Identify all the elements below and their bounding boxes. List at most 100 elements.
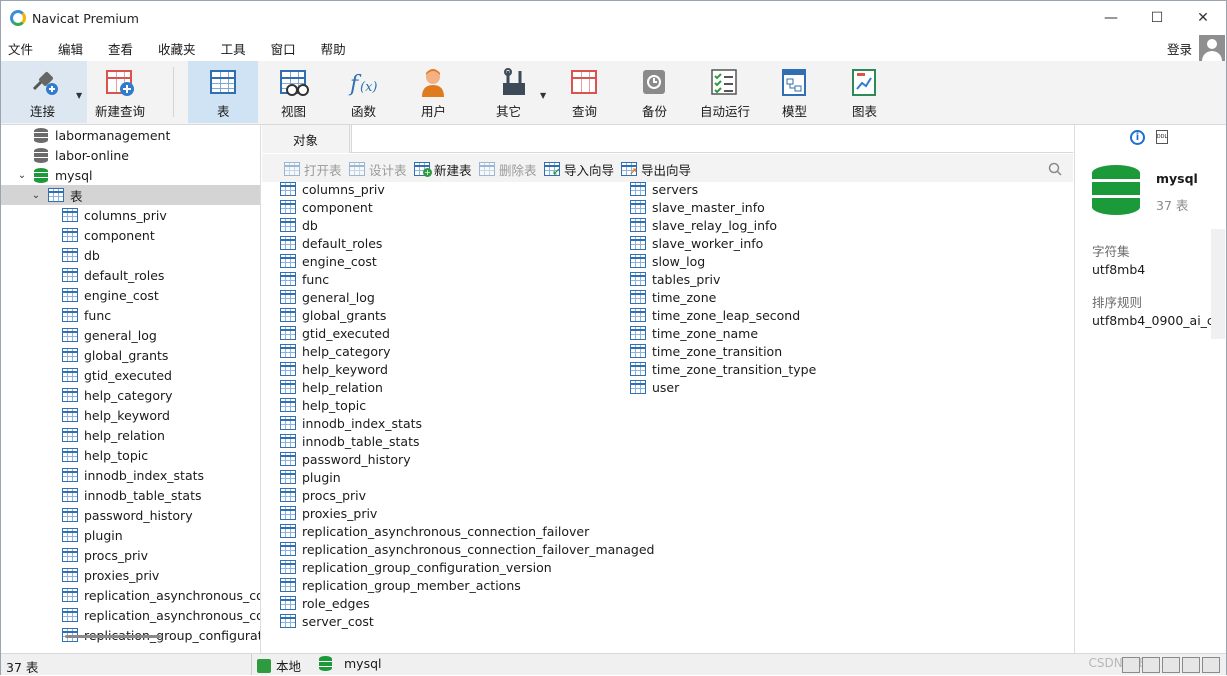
- tree-table-item[interactable]: help_topic: [1, 445, 260, 465]
- ddl-icon[interactable]: DDL: [1156, 130, 1168, 144]
- list-item[interactable]: slow_log: [630, 252, 705, 270]
- list-item[interactable]: servers: [630, 180, 698, 198]
- tree-connection-labormanagement[interactable]: labormanagement: [1, 125, 260, 145]
- list-item[interactable]: db: [280, 216, 318, 234]
- list-item[interactable]: help_category: [280, 342, 391, 360]
- tree-table-item[interactable]: db: [1, 245, 260, 265]
- table-button[interactable]: 表: [188, 61, 258, 123]
- list-item[interactable]: columns_priv: [280, 180, 385, 198]
- list-item[interactable]: replication_group_configuration_version: [280, 558, 552, 576]
- user-avatar-icon[interactable]: [1199, 35, 1225, 61]
- chevron-down-icon[interactable]: ⌄: [16, 170, 28, 181]
- list-item[interactable]: role_edges: [280, 594, 370, 612]
- tree-table-item[interactable]: innodb_table_stats: [1, 485, 260, 505]
- list-item[interactable]: innodb_table_stats: [280, 432, 419, 450]
- tree-table-item[interactable]: replication_asynchronous_connection_fail…: [1, 585, 260, 605]
- list-item[interactable]: slave_relay_log_info: [630, 216, 777, 234]
- menu-favorites[interactable]: 收藏夹: [151, 39, 196, 58]
- tree-horizontal-scrollbar[interactable]: [65, 635, 161, 638]
- other-button[interactable]: 其它 ▼: [478, 61, 550, 123]
- er-view-icon[interactable]: [1182, 657, 1200, 673]
- list-item[interactable]: innodb_index_stats: [280, 414, 422, 432]
- info-panel-scrollbar[interactable]: [1211, 229, 1225, 339]
- tree-table-item[interactable]: help_category: [1, 385, 260, 405]
- view-button[interactable]: 视图: [263, 61, 323, 123]
- list-item[interactable]: slave_master_info: [630, 198, 765, 216]
- menu-edit[interactable]: 编辑: [51, 39, 83, 58]
- tree-table-item[interactable]: help_keyword: [1, 405, 260, 425]
- design-table-button[interactable]: 设计表: [349, 160, 407, 179]
- tree-table-item[interactable]: component: [1, 225, 260, 245]
- list-item[interactable]: time_zone_name: [630, 324, 758, 342]
- list-item[interactable]: component: [280, 198, 373, 216]
- tree-table-item[interactable]: columns_priv: [1, 205, 260, 225]
- menu-window[interactable]: 窗口: [264, 39, 296, 58]
- tree-table-item[interactable]: help_relation: [1, 425, 260, 445]
- menu-help[interactable]: 帮助: [314, 39, 346, 58]
- list-item[interactable]: proxies_priv: [280, 504, 377, 522]
- list-item[interactable]: gtid_executed: [280, 324, 390, 342]
- chart-button[interactable]: 图表: [834, 61, 894, 123]
- user-button[interactable]: 用户: [403, 61, 463, 123]
- import-wizard-button[interactable]: ↙ 导入向导: [544, 160, 614, 179]
- tree-database-mysql[interactable]: ⌄ mysql: [1, 165, 260, 185]
- maximize-button[interactable]: ☐: [1134, 1, 1180, 35]
- delete-table-button[interactable]: 删除表: [479, 160, 537, 179]
- tree-table-item[interactable]: gtid_executed: [1, 365, 260, 385]
- tree-table-item[interactable]: proxies_priv: [1, 565, 260, 585]
- list-item[interactable]: general_log: [280, 288, 375, 306]
- open-table-button[interactable]: 打开表: [284, 160, 342, 179]
- list-item[interactable]: tables_priv: [630, 270, 720, 288]
- export-wizard-button[interactable]: ↗ 导出向导: [621, 160, 691, 179]
- tree-table-item[interactable]: global_grants: [1, 345, 260, 365]
- list-item[interactable]: help_relation: [280, 378, 383, 396]
- detail-view-icon[interactable]: [1162, 657, 1180, 673]
- search-icon[interactable]: [1048, 162, 1062, 176]
- tab-objects[interactable]: 对象: [262, 125, 350, 153]
- list-item[interactable]: default_roles: [280, 234, 382, 252]
- grid-view-icon[interactable]: [1122, 657, 1140, 673]
- tree-group-tables[interactable]: ⌄ 表: [1, 185, 260, 205]
- menu-view[interactable]: 查看: [101, 39, 133, 58]
- tree-table-item[interactable]: general_log: [1, 325, 260, 345]
- minimize-button[interactable]: —: [1088, 1, 1134, 35]
- connect-button[interactable]: 连接 ▼: [1, 61, 87, 123]
- list-item[interactable]: time_zone_leap_second: [630, 306, 800, 324]
- list-item[interactable]: user: [630, 378, 679, 396]
- backup-button[interactable]: 备份: [624, 61, 684, 123]
- login-link[interactable]: 登录: [1167, 39, 1192, 58]
- list-item[interactable]: engine_cost: [280, 252, 377, 270]
- list-view-icon[interactable]: [1142, 657, 1160, 673]
- list-item[interactable]: slave_worker_info: [630, 234, 763, 252]
- list-item[interactable]: help_keyword: [280, 360, 388, 378]
- query-button[interactable]: 查询: [554, 61, 614, 123]
- list-item[interactable]: replication_group_member_actions: [280, 576, 521, 594]
- list-item[interactable]: time_zone_transition: [630, 342, 782, 360]
- list-item[interactable]: global_grants: [280, 306, 386, 324]
- tree-table-item[interactable]: func: [1, 305, 260, 325]
- new-query-button[interactable]: 新建查询: [89, 61, 149, 123]
- tree-table-item[interactable]: replication_asynchronous_connection_fail…: [1, 605, 260, 625]
- tree-table-item[interactable]: innodb_index_stats: [1, 465, 260, 485]
- list-item[interactable]: password_history: [280, 450, 411, 468]
- tree-table-item[interactable]: plugin: [1, 525, 260, 545]
- info-icon[interactable]: i: [1130, 130, 1145, 145]
- chevron-down-icon[interactable]: ⌄: [30, 190, 42, 201]
- menu-tools[interactable]: 工具: [214, 39, 246, 58]
- tree-connection-labor-online[interactable]: labor-online: [1, 145, 260, 165]
- new-table-button[interactable]: + 新建表: [414, 160, 472, 179]
- other-dropdown-icon[interactable]: ▼: [540, 91, 546, 100]
- automation-button[interactable]: 自动运行: [694, 61, 754, 123]
- function-button[interactable]: f (x) 函数: [333, 61, 393, 123]
- close-button[interactable]: ✕: [1180, 1, 1226, 35]
- list-item[interactable]: replication_asynchronous_connection_fail…: [280, 522, 589, 540]
- tree-table-item[interactable]: procs_priv: [1, 545, 260, 565]
- tree-table-item[interactable]: password_history: [1, 505, 260, 525]
- list-item[interactable]: time_zone: [630, 288, 716, 306]
- list-item[interactable]: server_cost: [280, 612, 374, 630]
- info-panel-toggle-icon[interactable]: [1202, 657, 1220, 673]
- model-button[interactable]: 模型: [764, 61, 824, 123]
- tree-table-item[interactable]: default_roles: [1, 265, 260, 285]
- menu-file[interactable]: 文件: [1, 39, 33, 58]
- list-item[interactable]: replication_asynchronous_connection_fail…: [280, 540, 654, 558]
